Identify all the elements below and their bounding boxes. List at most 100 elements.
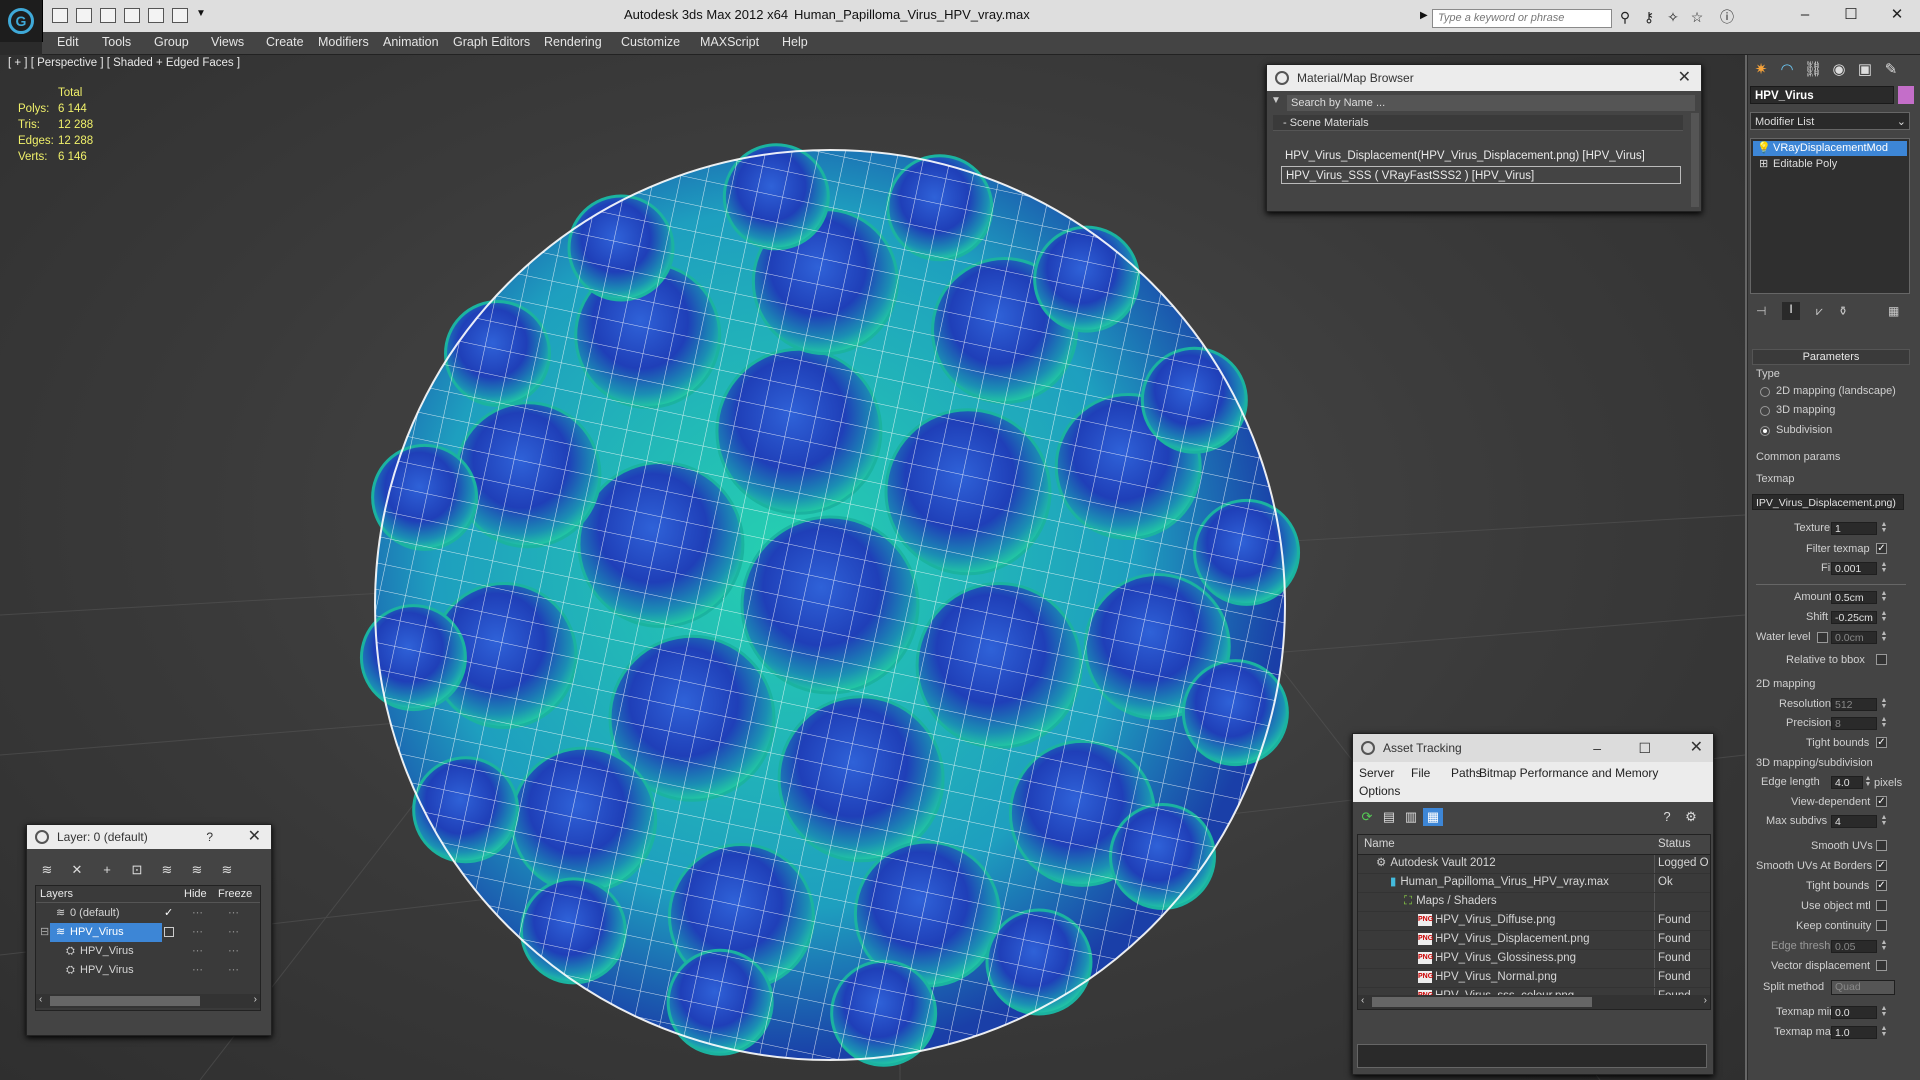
water-level-checkbox[interactable] bbox=[1817, 632, 1828, 643]
favorites-star-icon[interactable]: ☆ bbox=[1688, 8, 1706, 26]
water-level-field[interactable]: 0.0cm bbox=[1831, 631, 1877, 644]
spinner[interactable]: ▲ ▼ bbox=[1864, 775, 1872, 789]
precision-field[interactable]: 8 bbox=[1831, 717, 1877, 730]
list-view-icon[interactable]: ▤ bbox=[1379, 808, 1399, 826]
texture-chan-field[interactable]: 1 bbox=[1831, 522, 1877, 535]
freeze-toggle[interactable]: ⋯ bbox=[228, 904, 239, 923]
split-method-dropdown[interactable]: Quad bbox=[1831, 980, 1895, 995]
fetch-icon[interactable] bbox=[172, 8, 188, 23]
material-search-input[interactable]: Search by Name ... bbox=[1287, 95, 1695, 111]
asset-tracking-titlebar[interactable]: Asset Tracking – ☐ ✕ bbox=[1353, 734, 1713, 762]
refresh-icon[interactable]: ⟳ bbox=[1357, 808, 1377, 826]
object-color-swatch[interactable] bbox=[1898, 86, 1914, 104]
horizontal-scrollbar[interactable]: ‹ › bbox=[36, 994, 260, 1008]
menu-paths[interactable]: Paths bbox=[1451, 766, 1482, 780]
relative-bbox-checkbox[interactable] bbox=[1876, 654, 1887, 665]
menu-animation[interactable]: Animation bbox=[383, 35, 439, 49]
scroll-thumb[interactable] bbox=[50, 996, 200, 1006]
radio-subdivision[interactable] bbox=[1760, 426, 1770, 436]
material-item[interactable]: HPV_Virus_SSS ( VRayFastSSS2 ) [HPV_Viru… bbox=[1281, 166, 1681, 184]
spinner[interactable]: ▲ ▼ bbox=[1880, 590, 1888, 604]
material-item[interactable]: HPV_Virus_Displacement(HPV_Virus_Displac… bbox=[1281, 147, 1681, 165]
menu-modifiers[interactable]: Modifiers bbox=[318, 35, 369, 49]
object-name-field[interactable]: HPV_Virus bbox=[1750, 86, 1894, 104]
maximize-button[interactable]: ☐ bbox=[1834, 4, 1868, 26]
utilities-tab-icon[interactable]: ✎ bbox=[1880, 59, 1902, 81]
menu-bitmap-performance[interactable]: Bitmap Performance and Memory bbox=[1479, 766, 1658, 780]
help-button[interactable]: ? bbox=[206, 825, 213, 849]
layer-panel-titlebar[interactable]: Layer: 0 (default) ? ✕ bbox=[27, 825, 271, 849]
material-map-browser[interactable]: Material/Map Browser ✕ ▼ Search by Name … bbox=[1266, 64, 1702, 212]
maximize-button[interactable]: ☐ bbox=[1638, 734, 1651, 762]
use-object-mtl-checkbox[interactable] bbox=[1876, 900, 1887, 911]
help-icon[interactable]: ⓘ bbox=[1718, 8, 1736, 26]
modify-tab-icon[interactable]: ◠ bbox=[1776, 59, 1798, 81]
hold-icon[interactable] bbox=[148, 8, 164, 23]
status-column-header[interactable]: Status bbox=[1658, 835, 1691, 854]
asset-row[interactable]: PNG HPV_Virus_Normal.png Found bbox=[1358, 968, 1710, 988]
menu-group[interactable]: Group bbox=[154, 35, 189, 49]
highlight-layer-icon[interactable]: ≋ bbox=[157, 861, 177, 879]
layer-row[interactable]: ⊟ ≋ HPV_Virus ⋯ ⋯ bbox=[36, 923, 260, 942]
freeze-toggle[interactable]: ⋯ bbox=[228, 961, 239, 980]
close-button[interactable]: ✕ bbox=[1880, 4, 1914, 26]
menu-server[interactable]: Server bbox=[1359, 766, 1394, 780]
expand-plus-icon[interactable]: ⊞ bbox=[1759, 157, 1768, 172]
close-icon[interactable]: ✕ bbox=[248, 825, 261, 849]
menu-edit[interactable]: Edit bbox=[57, 35, 79, 49]
select-objects-icon[interactable]: ⊡ bbox=[127, 861, 147, 879]
layer-row[interactable]: ⛭ HPV_Virus ⋯ ⋯ bbox=[36, 942, 260, 961]
layers-icon[interactable]: ≋ bbox=[37, 861, 57, 879]
undo-icon[interactable] bbox=[100, 8, 116, 23]
menu-customize[interactable]: Customize bbox=[621, 35, 680, 49]
hide-all-icon[interactable]: ≋ bbox=[187, 861, 207, 879]
freeze-toggle[interactable]: ⋯ bbox=[228, 923, 239, 942]
tight-bounds-2d-checkbox[interactable]: ✓ bbox=[1876, 737, 1887, 748]
horizontal-scrollbar[interactable]: ‹ › bbox=[1358, 995, 1710, 1009]
spinner[interactable]: ▲ ▼ bbox=[1880, 1005, 1888, 1019]
filter-blur-field[interactable]: 0.001 bbox=[1831, 562, 1877, 575]
hide-toggle[interactable]: ⋯ bbox=[192, 961, 203, 980]
app-logo[interactable]: G bbox=[0, 0, 43, 42]
scroll-thumb[interactable] bbox=[1372, 997, 1592, 1007]
spinner[interactable]: ▲ ▼ bbox=[1880, 716, 1888, 730]
scroll-right-icon[interactable]: › bbox=[1704, 995, 1707, 1006]
asset-row[interactable]: ⛶ Maps / Shaders bbox=[1358, 892, 1710, 912]
scroll-left-icon[interactable]: ‹ bbox=[39, 994, 42, 1005]
lightbulb-icon[interactable]: 💡 bbox=[1757, 141, 1771, 156]
menu-rendering[interactable]: Rendering bbox=[544, 35, 602, 49]
hierarchy-tab-icon[interactable]: ⛓ bbox=[1802, 59, 1824, 81]
edge-thresh-field[interactable]: 0.05 bbox=[1831, 940, 1877, 953]
hide-toggle[interactable]: ⋯ bbox=[192, 923, 203, 942]
name-column-header[interactable]: Name bbox=[1364, 835, 1395, 854]
expand-arrow-icon[interactable]: ▶ bbox=[1420, 10, 1428, 21]
menu-maxscript[interactable]: MAXScript bbox=[700, 35, 759, 49]
menu-graph-editors[interactable]: Graph Editors bbox=[453, 35, 530, 49]
asset-tracking-panel[interactable]: Asset Tracking – ☐ ✕ Server File Paths B… bbox=[1352, 733, 1714, 1075]
spinner[interactable]: ▲ ▼ bbox=[1880, 1025, 1888, 1039]
close-icon[interactable]: ✕ bbox=[1690, 734, 1703, 762]
max-subdivs-field[interactable]: 4 bbox=[1831, 815, 1877, 828]
spinner[interactable]: ▲ ▼ bbox=[1880, 561, 1888, 575]
asset-row[interactable]: ▮ Human_Papilloma_Virus_HPV_vray.max Ok bbox=[1358, 873, 1710, 893]
tight-bounds-3d-checkbox[interactable]: ✓ bbox=[1876, 880, 1887, 891]
layer-manager-panel[interactable]: Layer: 0 (default) ? ✕ ≋ ✕ + ⊡ ≋ ≋ ≋ Lay… bbox=[26, 824, 272, 1036]
display-tab-icon[interactable]: ▣ bbox=[1854, 59, 1876, 81]
amount-field[interactable]: 0.5cm bbox=[1831, 591, 1877, 604]
menu-help[interactable]: Help bbox=[782, 35, 808, 49]
spinner[interactable]: ▲ ▼ bbox=[1880, 814, 1888, 828]
motion-tab-icon[interactable]: ◉ bbox=[1828, 59, 1850, 81]
key-icon[interactable]: ⚷ bbox=[1640, 8, 1658, 26]
configure-sets-icon[interactable]: ▦ bbox=[1888, 304, 1899, 318]
layer-row[interactable]: ⛭ HPV_Virus ⋯ ⋯ bbox=[36, 961, 260, 980]
radio-3d-mapping[interactable] bbox=[1760, 406, 1770, 416]
freeze-all-icon[interactable]: ≋ bbox=[217, 861, 237, 879]
settings-icon[interactable]: ⚙ bbox=[1681, 808, 1701, 826]
spinner[interactable]: ▲ ▼ bbox=[1880, 697, 1888, 711]
resolution-field[interactable]: 512 bbox=[1831, 698, 1877, 711]
hide-column-header[interactable]: Hide bbox=[184, 888, 207, 900]
binoculars-icon[interactable]: ⚲ bbox=[1616, 8, 1634, 26]
redo-icon[interactable] bbox=[124, 8, 140, 23]
edge-length-field[interactable]: 4.0 bbox=[1831, 776, 1863, 789]
menu-views[interactable]: Views bbox=[211, 35, 244, 49]
